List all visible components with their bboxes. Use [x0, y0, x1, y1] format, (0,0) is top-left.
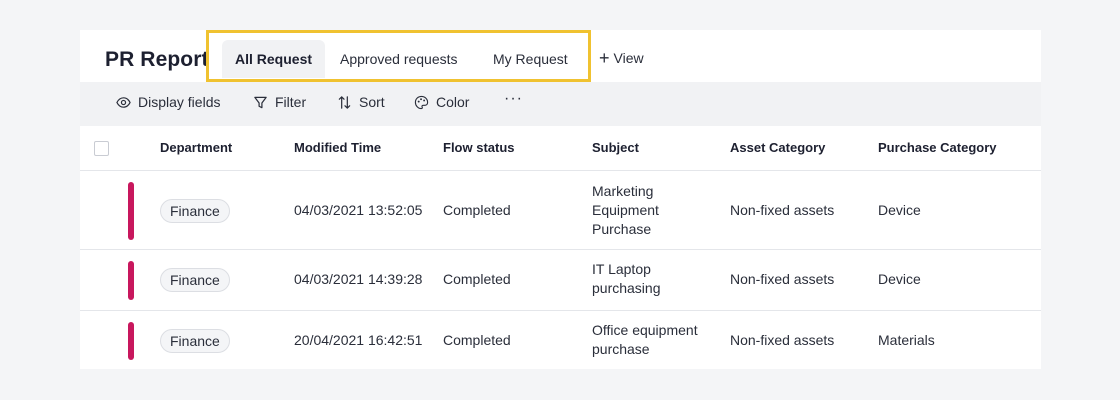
column-header-department[interactable]: Department: [160, 140, 232, 155]
asset-category-cell: Non-fixed assets: [730, 332, 835, 348]
tab-approved-requests[interactable]: Approved requests: [327, 40, 471, 78]
subject-line: IT Laptop: [592, 261, 651, 277]
toolbar: Display fields Filter Sort Color ···: [80, 82, 1041, 126]
purchase-category-cell: Device: [878, 271, 921, 287]
plus-icon: +: [599, 48, 610, 68]
table-row[interactable]: Finance 20/04/2021 16:42:51 Completed Of…: [80, 311, 1041, 369]
sort-button[interactable]: Sort: [337, 94, 385, 110]
flow-status-cell: Completed: [443, 271, 511, 287]
purchase-category-cell: Device: [878, 202, 921, 218]
department-badge: Finance: [160, 268, 230, 292]
table-row[interactable]: Finance 04/03/2021 14:39:28 Completed IT…: [80, 250, 1041, 311]
subject-cell: Office equipment purchase: [592, 321, 722, 359]
table-row[interactable]: Finance 04/03/2021 13:52:05 Completed Ma…: [80, 171, 1041, 250]
row-color-marker: [128, 322, 134, 360]
color-label: Color: [436, 94, 470, 110]
flow-status-cell: Completed: [443, 332, 511, 348]
pr-table: Department Modified Time Flow status Sub…: [80, 126, 1041, 369]
table-header: Department Modified Time Flow status Sub…: [80, 126, 1041, 171]
add-view-label: View: [613, 50, 644, 66]
palette-icon: [414, 95, 429, 109]
display-fields-button[interactable]: Display fields: [116, 94, 220, 110]
modified-time-cell: 04/03/2021 14:39:28: [294, 271, 423, 287]
subject-cell: Marketing Equipment Purchase: [592, 182, 722, 239]
purchase-category-cell: Materials: [878, 332, 935, 348]
subject-line: Purchase: [592, 221, 652, 237]
add-view-button[interactable]: + View: [599, 48, 644, 68]
modified-time-cell: 04/03/2021 13:52:05: [294, 202, 423, 218]
modified-time-cell: 20/04/2021 16:42:51: [294, 332, 423, 348]
subject-line: Marketing: [592, 183, 654, 199]
sort-label: Sort: [359, 94, 385, 110]
tab-my-request[interactable]: My Request: [480, 40, 581, 78]
color-button[interactable]: Color: [414, 94, 469, 110]
column-header-modified-time[interactable]: Modified Time: [294, 140, 381, 155]
row-color-marker: [128, 182, 134, 240]
sort-icon: [338, 95, 351, 109]
filter-button[interactable]: Filter: [253, 94, 306, 110]
department-badge: Finance: [160, 199, 230, 223]
subject-line: Equipment: [592, 202, 659, 218]
flow-status-cell: Completed: [443, 202, 511, 218]
filter-icon: [254, 96, 267, 108]
select-all-checkbox[interactable]: [94, 141, 109, 156]
row-color-marker: [128, 261, 134, 300]
department-badge: Finance: [160, 329, 230, 353]
page-title: PR Report: [105, 48, 209, 71]
tab-all-request[interactable]: All Request: [222, 40, 326, 78]
eye-icon: [116, 96, 131, 108]
pr-report-card: PR Report All Request Approved requests …: [80, 30, 1041, 369]
subject-cell: IT Laptop purchasing: [592, 260, 722, 298]
asset-category-cell: Non-fixed assets: [730, 202, 835, 218]
subject-line: Office equipment: [592, 322, 698, 338]
report-header: PR Report All Request Approved requests …: [80, 30, 1041, 82]
filter-label: Filter: [275, 94, 307, 110]
column-header-flow-status[interactable]: Flow status: [443, 140, 515, 155]
column-header-asset-category[interactable]: Asset Category: [730, 140, 825, 155]
column-header-purchase-category[interactable]: Purchase Category: [878, 140, 997, 155]
subject-line: purchasing: [592, 280, 661, 296]
more-options-button[interactable]: ···: [504, 90, 523, 108]
subject-line: purchase: [592, 341, 650, 357]
asset-category-cell: Non-fixed assets: [730, 271, 835, 287]
display-fields-label: Display fields: [138, 94, 221, 110]
column-header-subject[interactable]: Subject: [592, 140, 722, 155]
